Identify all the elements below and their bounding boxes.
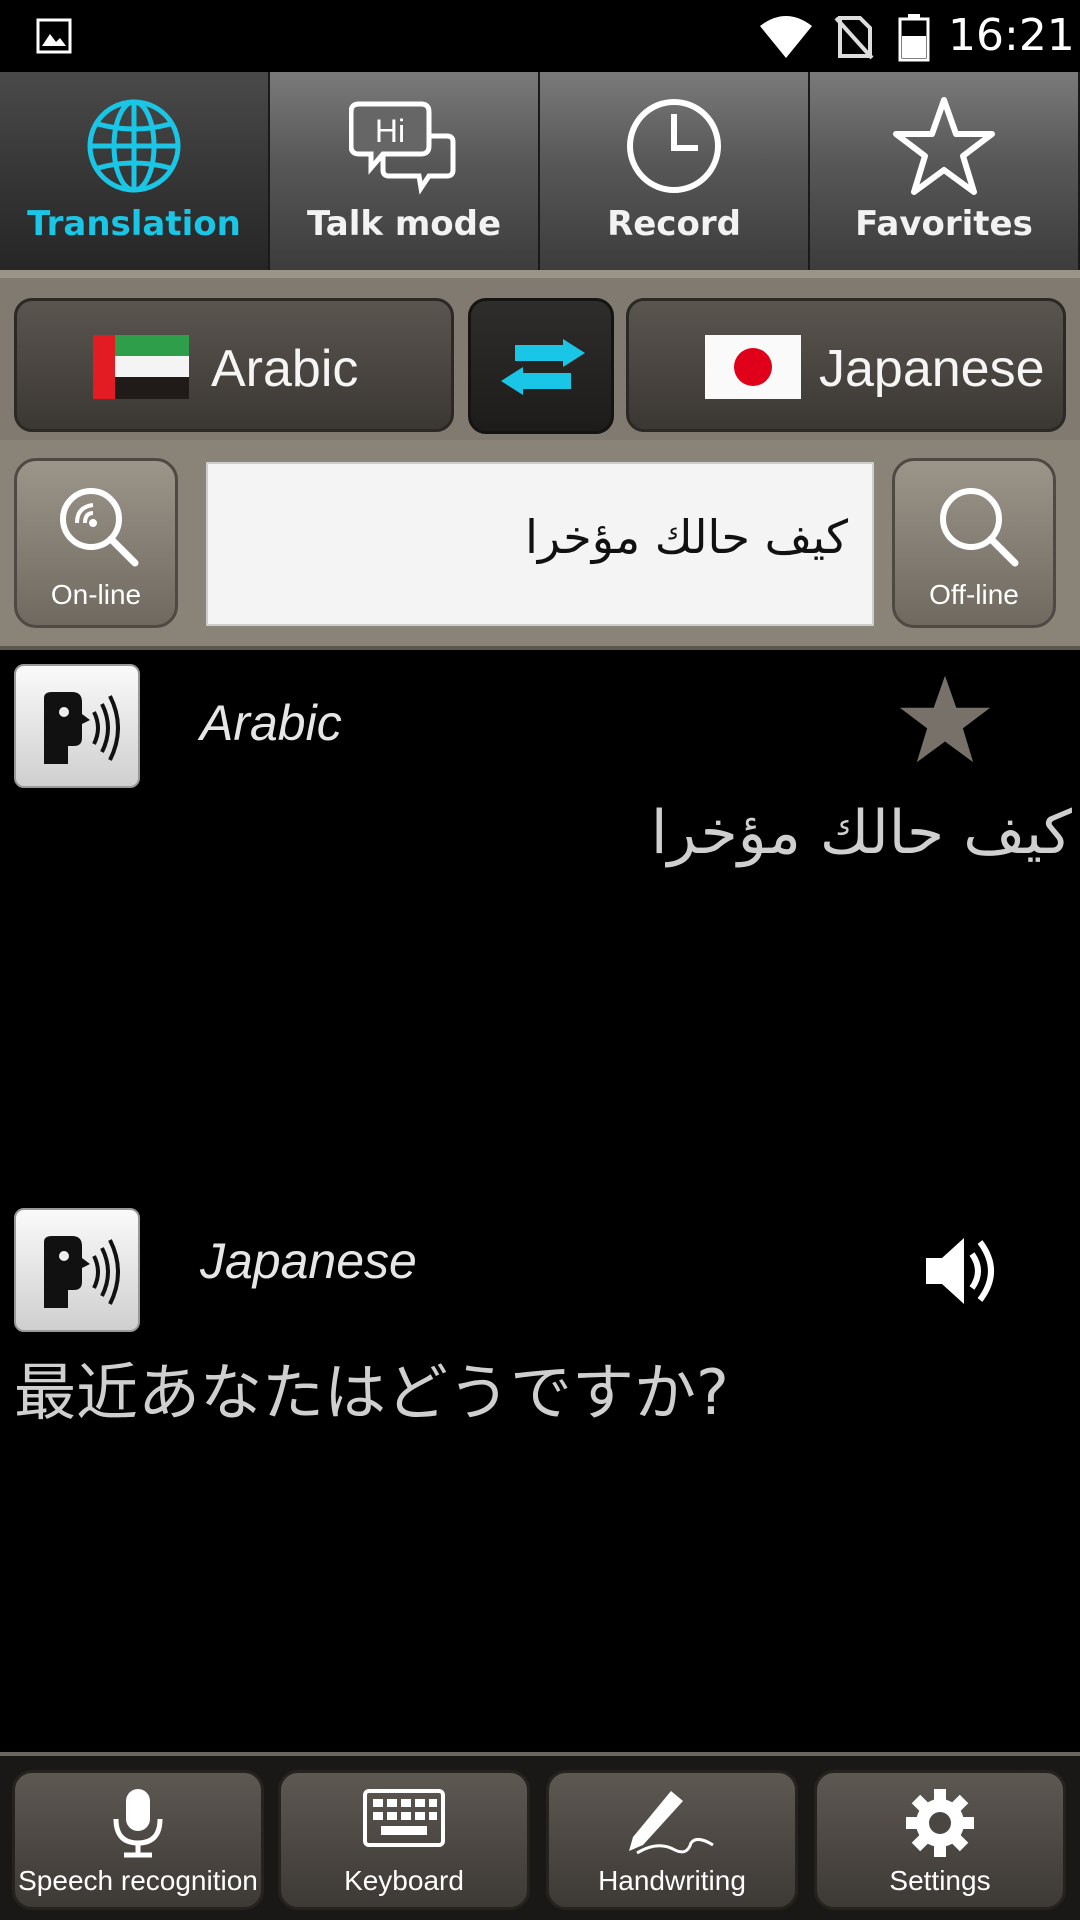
- keyboard-label: Keyboard: [344, 1865, 464, 1896]
- language-selector-bar: Arabic Japanese: [0, 270, 1080, 440]
- speaking-head-icon: [44, 692, 120, 764]
- uae-flag-icon: [93, 335, 189, 399]
- no-sim-icon: [834, 16, 874, 60]
- volume-icon[interactable]: [922, 1234, 1004, 1308]
- online-search-icon: [60, 488, 139, 567]
- source-result-language: Arabic: [200, 695, 342, 751]
- source-language-button[interactable]: Arabic: [14, 298, 454, 432]
- speaking-head-icon: [44, 1236, 120, 1308]
- tab-talk-mode-label: Talk mode: [306, 204, 502, 244]
- wifi-icon: [760, 16, 812, 58]
- tab-translation[interactable]: Translation: [0, 72, 270, 270]
- swap-languages-button[interactable]: [468, 298, 614, 434]
- globe-icon: [87, 99, 181, 193]
- search-icon: [940, 488, 1019, 567]
- japan-flag-icon: [705, 335, 801, 399]
- svg-text:Hi: Hi: [375, 113, 405, 149]
- tab-record-label: Record: [607, 204, 741, 244]
- online-label: On-line: [50, 579, 142, 610]
- keyboard-button[interactable]: Keyboard: [278, 1770, 530, 1910]
- offline-label: Off-line: [929, 579, 1019, 610]
- speech-recognition-button[interactable]: Speech recognition: [12, 1770, 264, 1910]
- tab-favorites[interactable]: Favorites: [810, 72, 1080, 270]
- input-text-value: كيف حالك مؤخرا: [525, 510, 848, 564]
- clock-icon: [627, 99, 721, 193]
- main-tabs: Translation Hi Talk mode Record Favorite…: [0, 72, 1080, 270]
- source-language-label: Arabic: [211, 340, 359, 398]
- handwriting-label: Handwriting: [598, 1865, 746, 1896]
- speech-bubbles-icon: Hi: [349, 101, 456, 195]
- source-result-panel: Arabic كيف حالك مؤخرا: [0, 650, 1080, 1170]
- status-time: 16:21: [948, 10, 1075, 61]
- offline-search-button[interactable]: Off-line: [892, 458, 1056, 628]
- settings-button[interactable]: Settings: [814, 1770, 1066, 1910]
- translation-text-input[interactable]: كيف حالك مؤخرا: [206, 462, 874, 626]
- tab-translation-label: Translation: [27, 204, 241, 244]
- handwriting-button[interactable]: Handwriting: [546, 1770, 798, 1910]
- tab-record[interactable]: Record: [540, 72, 810, 270]
- keyboard-icon: [363, 1789, 445, 1847]
- target-result-panel: Japanese 最近あなたはどうですか?: [0, 1192, 1080, 1732]
- tab-talk-mode[interactable]: Hi Talk mode: [270, 72, 540, 270]
- pencil-icon: [629, 1791, 714, 1855]
- source-result-text: كيف حالك مؤخرا: [650, 798, 1072, 868]
- online-search-button[interactable]: On-line: [14, 458, 178, 628]
- star-outline-icon: [893, 97, 995, 195]
- gear-icon: [906, 1789, 974, 1857]
- source-speak-button[interactable]: [14, 664, 140, 788]
- target-speak-button[interactable]: [14, 1208, 140, 1332]
- status-bar: 16:21: [0, 0, 1080, 72]
- input-bar: On-line كيف حالك مؤخرا Off-line: [0, 440, 1080, 650]
- target-language-button[interactable]: Japanese: [626, 298, 1066, 432]
- target-result-language: Japanese: [200, 1233, 417, 1289]
- image-notification-icon: [36, 18, 72, 54]
- speech-recognition-label: Speech recognition: [18, 1865, 258, 1896]
- microphone-icon: [113, 1789, 163, 1858]
- input-method-toolbar: Speech recognition Keyboard Handwriting: [0, 1752, 1080, 1920]
- settings-label: Settings: [889, 1865, 991, 1896]
- tab-favorites-label: Favorites: [855, 204, 1033, 244]
- favorite-star-icon[interactable]: [896, 672, 994, 766]
- target-result-text: 最近あなたはどうですか?: [14, 1356, 729, 1429]
- swap-arrows-icon: [501, 339, 585, 395]
- battery-icon: [898, 14, 930, 62]
- target-language-label: Japanese: [819, 340, 1045, 398]
